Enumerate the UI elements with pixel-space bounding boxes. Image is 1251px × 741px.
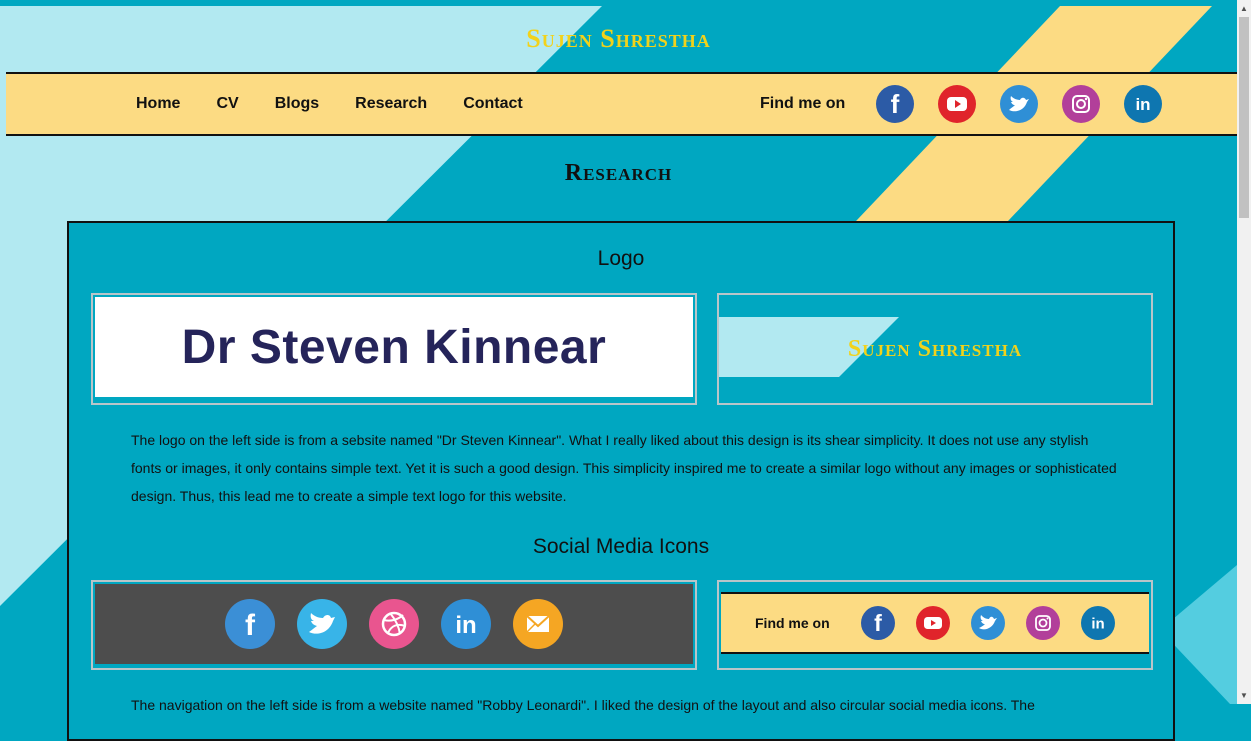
twitter-icon (297, 599, 347, 649)
social-description: The navigation on the left side is from … (131, 697, 1035, 713)
find-me-label: Find me on (760, 95, 846, 112)
nav-links: Home CV Blogs Research Contact (136, 74, 559, 134)
svg-text:in: in (1091, 616, 1104, 633)
youtube-icon[interactable] (938, 85, 976, 123)
example-logo-image: Dr Steven Kinnear (95, 297, 693, 397)
instagram-icon[interactable] (1062, 85, 1100, 123)
facebook-icon: f (225, 599, 275, 649)
own-logo-text: Sujen Shrestha (847, 336, 1023, 362)
svg-text:f: f (245, 609, 256, 642)
logo-heading: Logo (597, 247, 645, 270)
own-social-nav: Find me on f in (721, 592, 1149, 654)
vertical-scrollbar[interactable]: ▲ ▼ (1237, 0, 1251, 704)
nav-link-research[interactable]: Research (355, 95, 427, 113)
twitter-icon (971, 606, 1005, 640)
mail-icon (513, 599, 563, 649)
linkedin-icon: in (441, 599, 491, 649)
twitter-icon[interactable] (1000, 85, 1038, 123)
site-title[interactable]: Sujen Shrestha (0, 6, 1237, 72)
linkedin-icon[interactable]: in (1124, 85, 1162, 123)
page-title: Research (564, 160, 673, 186)
example-social-panel: f in (95, 584, 693, 664)
scroll-down-arrow-icon[interactable]: ▼ (1237, 687, 1251, 704)
svg-text:f: f (891, 89, 900, 119)
own-social-icons: f in (861, 606, 1136, 640)
nav-link-cv[interactable]: CV (216, 95, 238, 113)
svg-text:in: in (1135, 95, 1150, 114)
instagram-icon (1026, 606, 1060, 640)
svg-text:in: in (455, 612, 476, 639)
facebook-icon: f (861, 606, 895, 640)
nav-link-home[interactable]: Home (136, 95, 180, 113)
youtube-icon (916, 606, 950, 640)
facebook-icon[interactable]: f (876, 85, 914, 123)
own-logo-frame: Sujen Shrestha (717, 293, 1153, 405)
svg-text:f: f (874, 610, 882, 636)
dribbble-icon (369, 599, 419, 649)
own-find-me-label: Find me on (755, 615, 830, 631)
nav-link-blogs[interactable]: Blogs (275, 95, 319, 113)
nav-link-contact[interactable]: Contact (463, 95, 523, 113)
own-social-frame: Find me on f in (717, 580, 1153, 670)
research-content: Logo Dr Steven Kinnear Sujen Shrestha Th… (67, 221, 1175, 741)
scroll-thumb[interactable] (1239, 17, 1249, 218)
own-logo-image: Sujen Shrestha (719, 295, 1151, 403)
scroll-up-arrow-icon[interactable]: ▲ (1237, 0, 1251, 17)
social-links: f in (876, 85, 1186, 123)
logo-description: The logo on the left side is from a sebs… (131, 432, 1117, 504)
example-social-frame: f in (91, 580, 697, 670)
social-icons-heading: Social Media Icons (532, 535, 710, 558)
linkedin-icon: in (1081, 606, 1115, 640)
example-logo-frame: Dr Steven Kinnear (91, 293, 697, 405)
nav-bar: Home CV Blogs Research Contact Find me o… (6, 72, 1237, 136)
